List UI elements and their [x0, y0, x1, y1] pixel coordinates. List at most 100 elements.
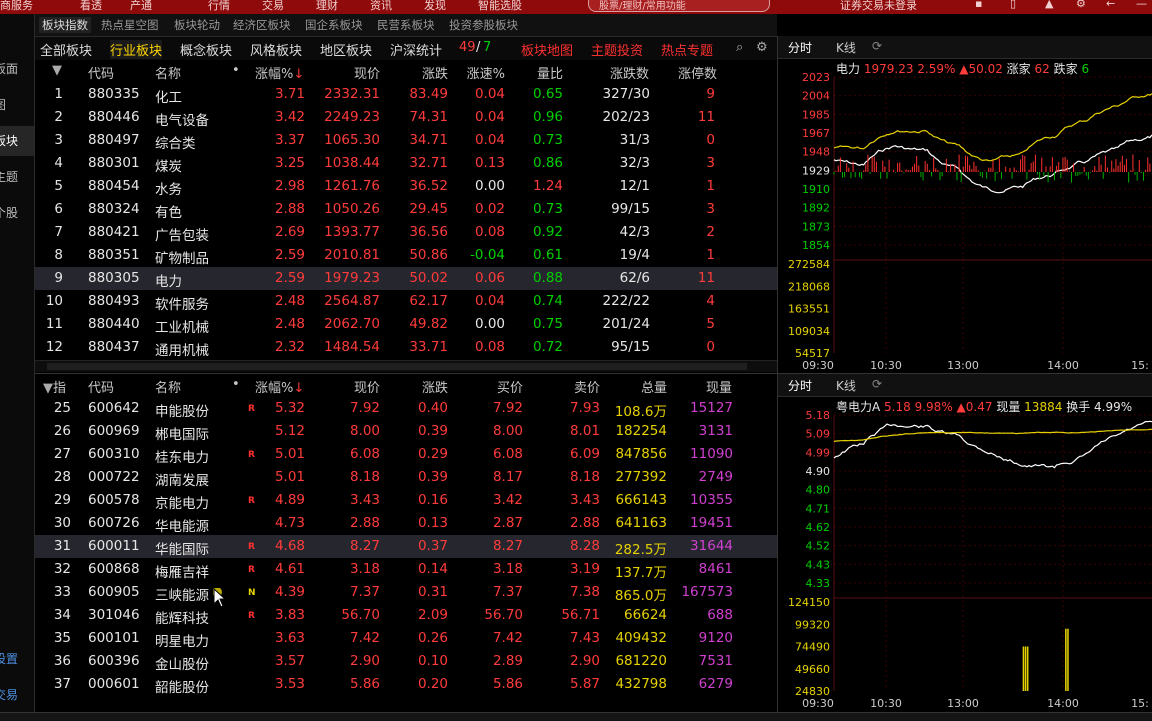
tab-state-owned[interactable]: 国企系板块: [305, 17, 363, 33]
tab-industry-sector[interactable]: 行业板块: [110, 40, 163, 59]
refresh-icon[interactable]: ⟳: [872, 377, 882, 391]
menu-market[interactable]: 行情: [208, 0, 230, 13]
tab-kline[interactable]: K线: [836, 39, 856, 56]
stock-table-row[interactable]: 26 600969 郴电国际 5.12 8.00 0.39 8.00 8.01 182254 31…: [35, 420, 777, 443]
col-volume-ratio[interactable]: 量比: [525, 63, 563, 82]
tab-kline[interactable]: K线: [836, 377, 856, 394]
window-icon-c[interactable]: ▲: [1045, 0, 1053, 10]
tab-region-sector[interactable]: 地区板块: [320, 40, 372, 59]
col-pct[interactable]: 涨幅%↓: [255, 63, 304, 82]
tab-market-stats[interactable]: 沪深统计: [390, 40, 442, 59]
window-icon-a[interactable]: ▪: [975, 0, 982, 10]
stock-table-row[interactable]: 27 600310 桂东电力 5.01 6.08 0.29 6.08 6.09 847856 11…: [35, 443, 777, 466]
cell-code: 600726: [88, 515, 140, 531]
tab-all-sectors[interactable]: 全部板块: [40, 40, 92, 59]
sector-table-row[interactable]: 2 880446 电气设备 3.42 2249.23 74.31 0.04 0.96 202/2…: [35, 106, 777, 129]
price-tick-label: 1967: [802, 127, 830, 140]
sidebar-item-settings[interactable]: 设置: [0, 644, 34, 674]
tab-board-index[interactable]: 板块指数: [39, 17, 91, 33]
stock-table-row[interactable]: 29 600578 京能电力 4.89 3.43 0.16 3.42 3.43 666143 10…: [35, 489, 777, 512]
sector-table-row[interactable]: 5 880454 水务 2.98 1261.76 36.52 0.00 1.24 12/1 1: [35, 175, 777, 198]
stock-table-row[interactable]: 36 600396 金山股份 3.57 2.90 0.10 2.89 2.90 681220 75…: [35, 650, 777, 673]
sector-table-row[interactable]: 12 880437 通用机械 2.32 1484.54 33.71 0.08 0.72 95/1…: [35, 336, 777, 359]
cell-name: 水务: [155, 182, 182, 198]
col-limit-up[interactable]: 涨停数: [665, 63, 717, 82]
stock-table-row[interactable]: 30 600726 华电能源 4.73 2.88 0.13 2.87 2.88 641163 19…: [35, 512, 777, 535]
sector-table-row[interactable]: 11 880440 工业机械 2.48 2062.70 49.82 0.00 0.75 201/…: [35, 313, 777, 336]
menu-finance[interactable]: 理财: [316, 0, 338, 13]
tab-style-sector[interactable]: 风格板块: [250, 40, 302, 59]
topic-invest-link[interactable]: 主题投资: [591, 40, 643, 59]
cell-change: 0.13: [417, 515, 448, 531]
col-total-volume[interactable]: 总量: [615, 377, 667, 396]
col-speed[interactable]: 涨速%: [455, 63, 505, 82]
minimize-icon[interactable]: —: [1136, 0, 1147, 10]
col-bid[interactable]: 买价: [475, 377, 523, 396]
search-icon[interactable]: ⌕: [736, 40, 743, 55]
col-name[interactable]: 名称: [155, 63, 181, 82]
col-index[interactable]: ▼指: [43, 377, 66, 396]
sector-table-row[interactable]: 8 880351 矿物制品 2.59 2010.81 50.86 -0.04 0.61 19/4…: [35, 244, 777, 267]
sector-table-row[interactable]: 7 880421 广告包装 2.69 1393.77 36.56 0.08 0.92 42/3 2: [35, 221, 777, 244]
sector-table-row[interactable]: 3 880497 综合类 3.37 1065.30 34.71 0.04 0.73 31/3 0: [35, 129, 777, 152]
tab-private[interactable]: 民营系板块: [377, 17, 435, 33]
sidebar-item-sector[interactable]: 板块: [0, 126, 34, 156]
sort-arrow-icon[interactable]: ▼: [52, 63, 62, 78]
sector-table-row[interactable]: 6 880324 有色 2.88 1050.26 29.45 0.02 0.73 99/15 3: [35, 198, 777, 221]
hot-topic-link[interactable]: 热点专题: [661, 40, 713, 59]
col-change[interactable]: 涨跌: [400, 377, 448, 396]
login-status[interactable]: 证券交易未登录: [840, 0, 917, 13]
sector-table-row[interactable]: 9 880305 电力 2.59 1979.23 50.02 0.06 0.88 62/6 11: [35, 267, 777, 290]
tab-investment[interactable]: 投资参股板块: [449, 17, 518, 33]
menu-trade[interactable]: 交易: [262, 0, 284, 13]
sector-table-scrollbar[interactable]: [35, 360, 777, 372]
sector-table-row[interactable]: 4 880301 煤炭 3.25 1038.44 32.71 0.13 0.86 32/3 3: [35, 152, 777, 175]
col-code[interactable]: 代码: [88, 377, 114, 396]
gear-icon[interactable]: ⚙: [1076, 0, 1086, 10]
stock-table-row[interactable]: 25 600642 申能股份 5.32 7.92 0.40 7.92 7.93 108.6万 15…: [35, 397, 777, 420]
refresh-icon[interactable]: ⟳: [872, 39, 882, 53]
price-tick-label: 4.99: [806, 446, 831, 459]
tab-intraday[interactable]: 分时: [788, 377, 812, 394]
menu-smart-pick[interactable]: 智能选股: [478, 0, 522, 13]
window-icon-b[interactable]: ▯: [1010, 0, 1016, 10]
tab-board-rotation[interactable]: 板块轮动: [174, 17, 220, 33]
cell-bid: 8.00: [492, 423, 523, 439]
col-up-down[interactable]: 涨跌数: [597, 63, 649, 82]
tab-economic-zone[interactable]: 经济区板块: [233, 17, 291, 33]
stock-table-row[interactable]: 28 000722 湖南发展 5.01 8.18 0.39 8.17 8.18 277392 27…: [35, 466, 777, 489]
sector-table-row[interactable]: 10 880493 软件服务 2.48 2564.87 62.17 0.04 0.74 222/…: [35, 290, 777, 313]
sidebar-item-board[interactable]: 板面: [0, 54, 34, 84]
stock-table-row[interactable]: 37 000601 韶能股份 3.53 5.86 0.20 5.86 5.87 432798 62…: [35, 673, 777, 696]
sidebar-item-stock[interactable]: 个股: [0, 198, 34, 228]
sector-map-link[interactable]: 板块地图: [521, 40, 573, 59]
back-arrow-icon[interactable]: ←: [1106, 0, 1115, 10]
search-input[interactable]: 股票/理财/常用功能: [588, 0, 770, 12]
tab-intraday[interactable]: 分时: [788, 39, 812, 56]
stock-table-row[interactable]: 34 301046 能辉科技 3.83 56.70 2.09 56.70 56.71 66624…: [35, 604, 777, 627]
settings-gear-icon[interactable]: ⚙: [756, 40, 768, 55]
col-price[interactable]: 现价: [330, 63, 380, 82]
col-ask[interactable]: 卖价: [550, 377, 600, 396]
stock-intraday-chart[interactable]: 粤电力A 5.18 9.98% ▲0.47 现量 13884 换手 4.99% …: [778, 397, 1152, 712]
stock-table-row[interactable]: 32 600868 梅雁吉祥 4.61 3.18 0.14 3.18 3.19 137.7万 84…: [35, 558, 777, 581]
scrollbar-thumb[interactable]: [47, 363, 747, 370]
sector-table-row[interactable]: 1 880335 化工 3.71 2332.31 83.49 0.04 0.65 327/30 9: [35, 83, 777, 106]
col-code[interactable]: 代码: [88, 63, 114, 82]
sector-intraday-chart[interactable]: 电力 1979.23 2.59% ▲50.02 涨家 62 跌家 6 2023 2…: [778, 59, 1152, 373]
sidebar-item-chart[interactable]: 图: [0, 90, 34, 120]
tab-hot-sky-map[interactable]: 热点星空图: [101, 17, 159, 33]
col-current-volume[interactable]: 现量: [680, 377, 732, 396]
stock-table-row[interactable]: 33 600905 三峡能源 4.39 7.37 0.31 7.37 7.38 865.0万 16…: [35, 581, 777, 604]
col-price[interactable]: 现价: [330, 377, 380, 396]
stock-table-row[interactable]: 35 600101 明星电力 3.63 7.42 0.26 7.42 7.43 409432 91…: [35, 627, 777, 650]
stock-table-row[interactable]: 31 600011 华能国际 4.68 8.27 0.37 8.27 8.28 282.5万 31…: [35, 535, 777, 558]
col-change[interactable]: 涨跌: [400, 63, 448, 82]
tab-concept-sector[interactable]: 概念板块: [180, 40, 232, 59]
sidebar-item-topic[interactable]: 主题: [0, 162, 34, 192]
menu-discover[interactable]: 发现: [424, 0, 446, 13]
col-name[interactable]: 名称: [155, 377, 181, 396]
menu-news[interactable]: 资讯: [370, 0, 392, 13]
col-pct[interactable]: 涨幅%↓: [255, 377, 304, 396]
sidebar-item-trade[interactable]: 交易: [0, 680, 34, 710]
